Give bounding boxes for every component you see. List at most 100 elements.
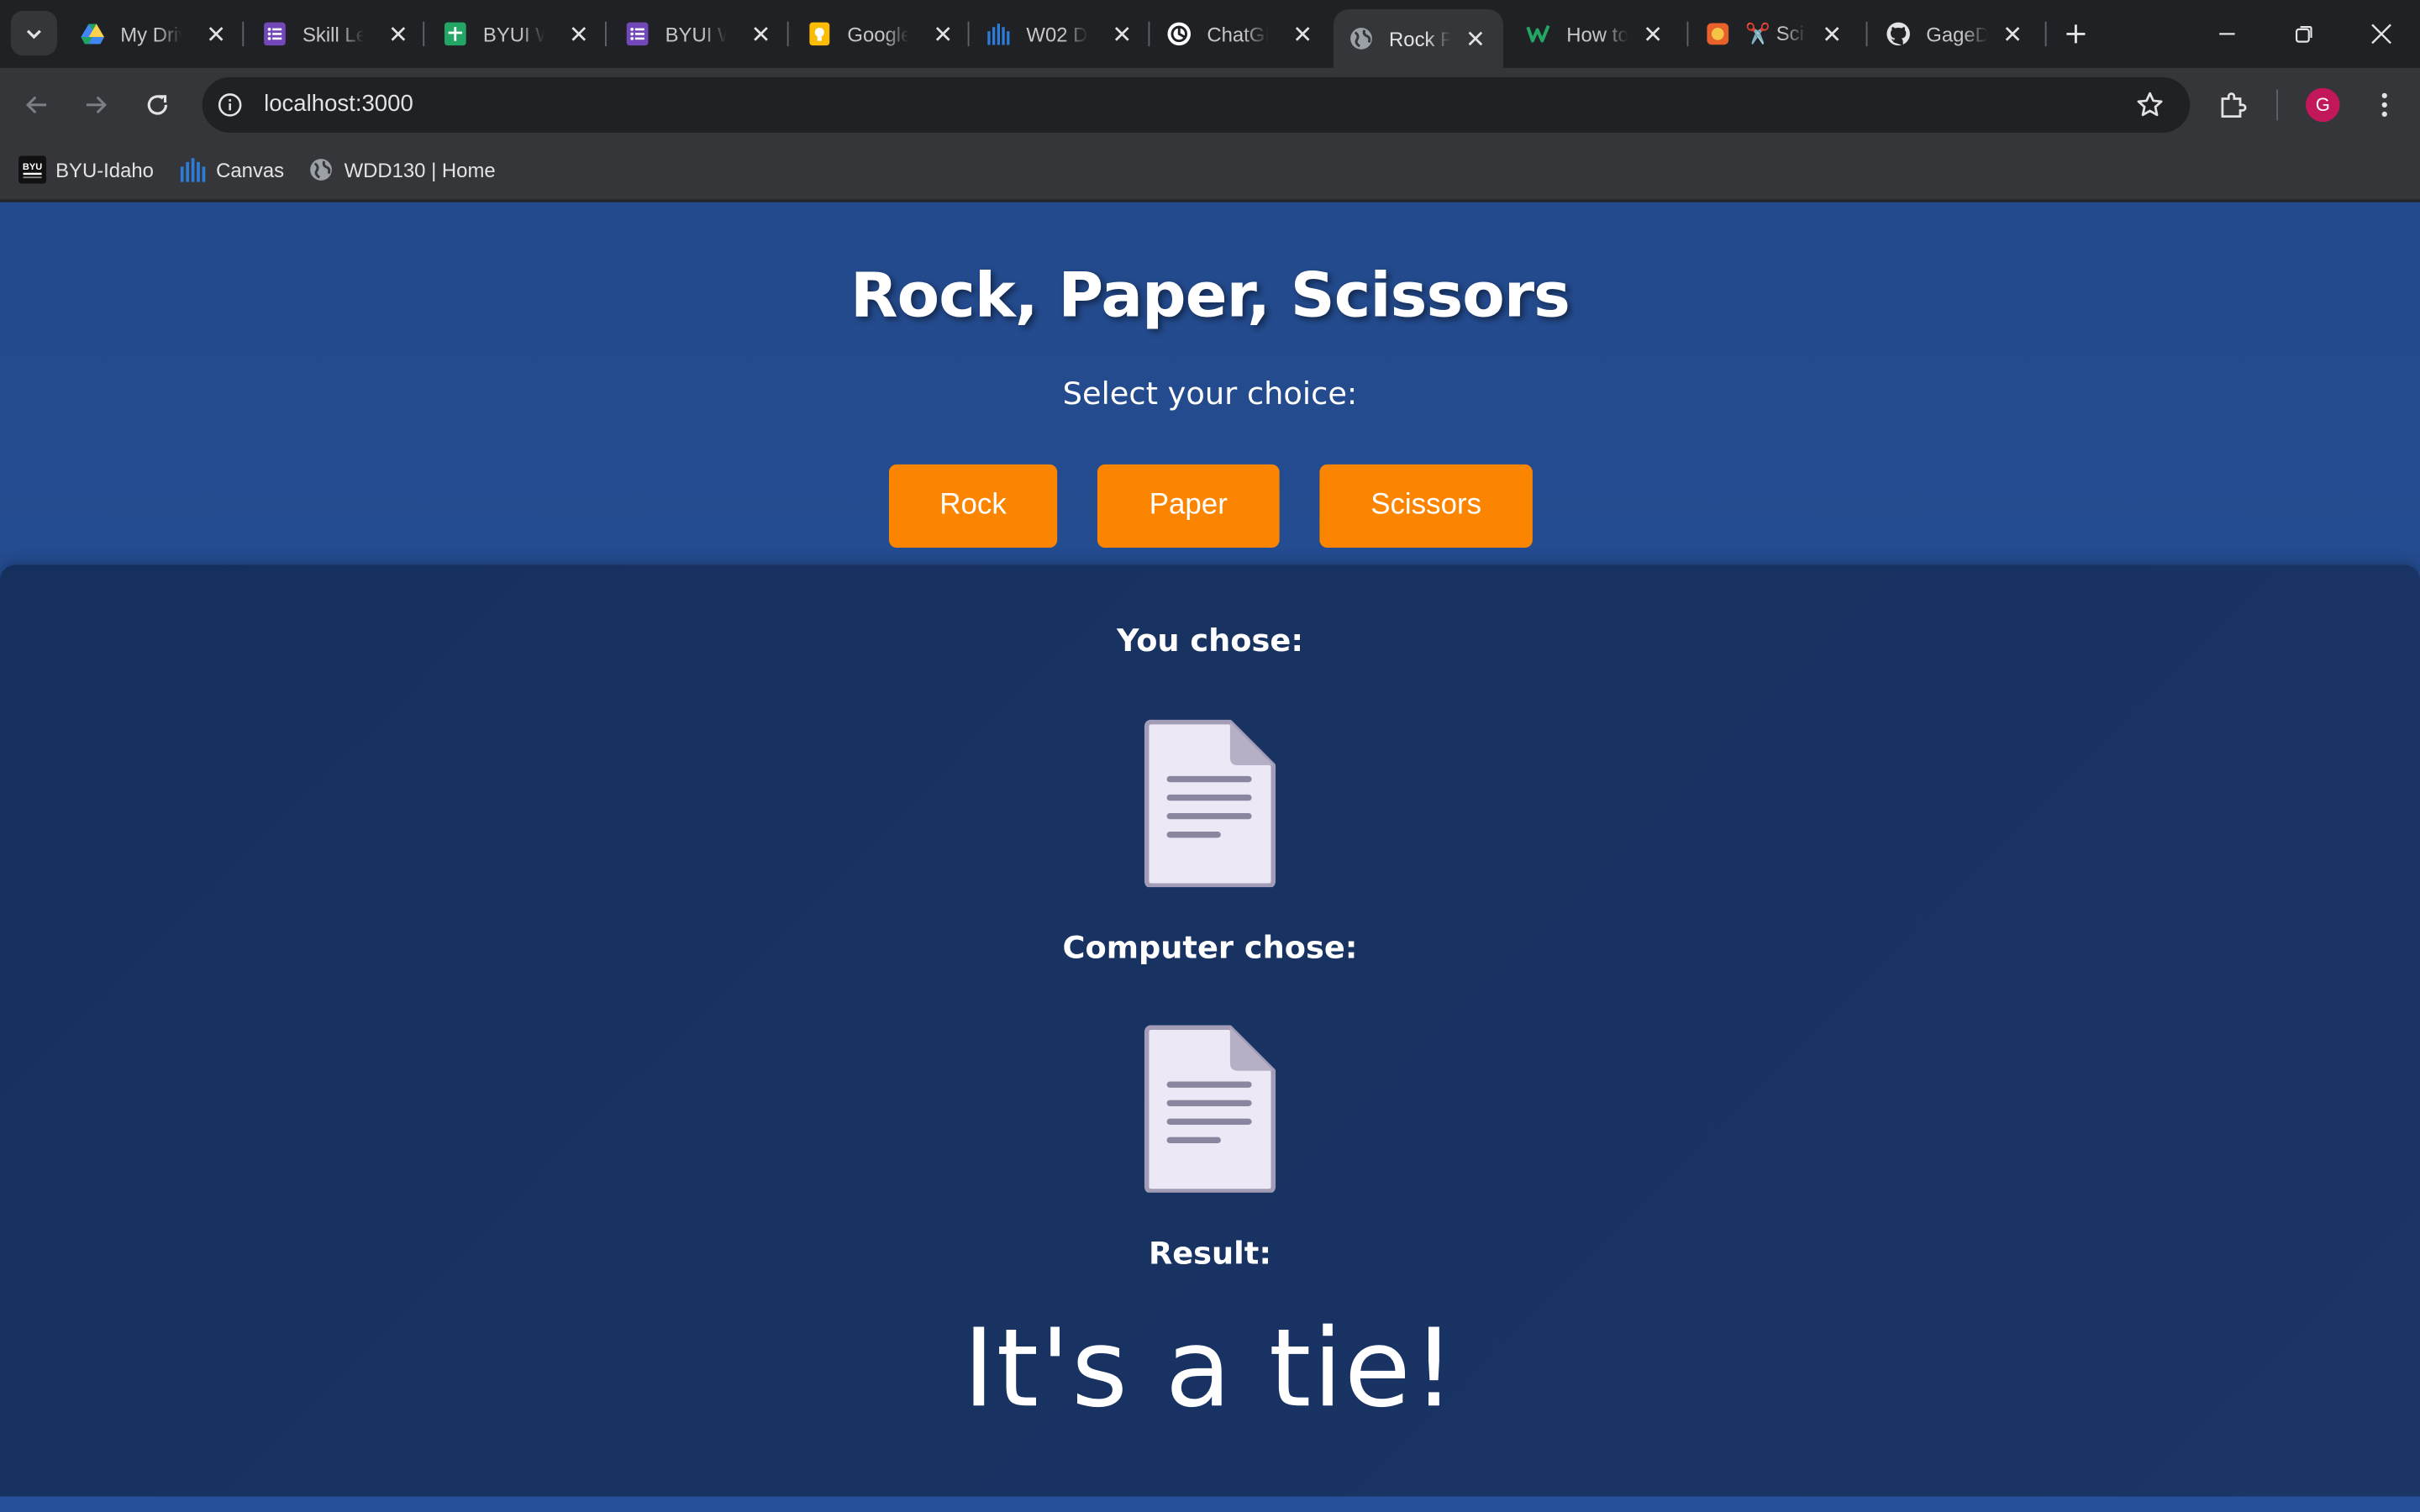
tab-google-keep[interactable]: Google — [808, 9, 955, 59]
result-label: Result: — [1148, 1234, 1272, 1272]
google-forms-icon — [625, 22, 650, 46]
restore-icon — [2295, 26, 2312, 43]
forward-button[interactable] — [77, 87, 114, 123]
canvas-icon — [986, 22, 1011, 46]
close-icon — [2371, 24, 2391, 45]
close-icon[interactable] — [749, 22, 773, 46]
close-icon[interactable] — [203, 22, 228, 46]
minimize-button[interactable] — [2212, 18, 2243, 50]
close-icon[interactable] — [931, 22, 955, 46]
close-icon[interactable] — [566, 22, 591, 46]
address-text[interactable]: localhost:3000 — [264, 91, 413, 117]
puzzle-icon — [2221, 92, 2247, 118]
tab-title: BYUI W — [482, 22, 544, 46]
byu-logo-icon: BYU — [18, 155, 47, 184]
tab-title: Google — [847, 22, 909, 46]
page-bottom-strip — [0, 1496, 2420, 1512]
close-icon[interactable] — [1820, 22, 1844, 46]
scissors-button[interactable]: Scissors — [1319, 464, 1533, 549]
tab-github[interactable]: GageD — [1886, 9, 2024, 59]
tab-divider — [967, 21, 970, 47]
tab-divider — [605, 21, 607, 47]
tab-search-button[interactable] — [10, 10, 57, 56]
reload-button[interactable] — [139, 87, 176, 123]
tab-title: GageD — [1926, 22, 1988, 46]
tab-title: BYUI W — [665, 22, 727, 46]
paper-button[interactable]: Paper — [1097, 464, 1280, 549]
tab-chatgpt[interactable]: ChatGPT — [1167, 9, 1315, 59]
tab-title: Rock P — [1389, 27, 1451, 50]
tab-divider — [1686, 21, 1689, 47]
extensions-button[interactable] — [2217, 88, 2250, 122]
tab-w02[interactable]: W02 D — [986, 9, 1134, 59]
bookmark-byu-idaho[interactable]: BYU BYU-Idaho — [18, 155, 154, 186]
tab-title: ChatGPT — [1207, 22, 1268, 46]
tab-divider — [1148, 21, 1150, 47]
close-icon[interactable] — [1640, 22, 1665, 46]
tab-divider — [2044, 21, 2047, 47]
bookmark-star-icon[interactable] — [2134, 90, 2165, 121]
choice-prompt: Select your choice: — [1062, 375, 1358, 412]
tab-byui-sheets[interactable]: BYUI W — [443, 9, 591, 59]
back-button[interactable] — [18, 87, 55, 123]
chatgpt-icon — [1167, 22, 1192, 46]
plus-icon — [2066, 24, 2086, 44]
menu-button[interactable] — [2368, 88, 2402, 122]
arrow-left-icon — [25, 96, 47, 114]
page-title: Rock, Paper, Scissors — [850, 260, 1570, 332]
page-facing-up-icon — [1144, 719, 1276, 888]
tab-divider — [242, 21, 245, 47]
you-chose-label: You chose: — [1116, 622, 1304, 659]
page-facing-up-icon — [1144, 1025, 1276, 1193]
result-text: It's a tie! — [962, 1305, 1458, 1432]
computer-chose-label: Computer chose: — [1062, 928, 1358, 966]
tab-title: W02 D — [1026, 22, 1088, 46]
close-window-button[interactable] — [2366, 18, 2397, 50]
new-tab-button[interactable] — [2060, 18, 2091, 50]
close-icon[interactable] — [1463, 26, 1487, 50]
info-icon[interactable] — [214, 90, 245, 121]
github-icon — [1886, 22, 1910, 46]
tab-title: ✂️ Sci — [1745, 21, 1804, 45]
tab-how-to[interactable]: How to — [1526, 9, 1665, 59]
bookmark-label: WDD130 | Home — [344, 158, 496, 181]
svg-text:BYU: BYU — [23, 162, 42, 172]
tab-divider — [786, 21, 789, 47]
tab-rock-paper-scissors[interactable]: Rock P — [1333, 9, 1503, 68]
html5-icon — [1706, 22, 1730, 46]
tab-my-drive[interactable]: My Drive — [81, 9, 229, 59]
tab-scissors[interactable]: ✂️ Sci — [1706, 9, 1844, 59]
google-sheets-icon — [443, 22, 467, 46]
bookmark-label: BYU-Idaho — [55, 158, 154, 181]
wikihow-icon — [1526, 22, 1551, 46]
chevron-down-icon — [26, 29, 41, 39]
restore-button[interactable] — [2289, 18, 2320, 50]
bookmark-wdd130-home[interactable]: WDD130 | Home — [308, 155, 496, 186]
close-icon[interactable] — [2000, 22, 2024, 46]
google-drive-icon — [81, 22, 105, 46]
profile-avatar[interactable]: G — [2306, 87, 2340, 123]
tab-title: Skill Level — [302, 22, 364, 46]
tab-byui-forms[interactable]: BYUI W — [625, 9, 773, 59]
tab-skill-level[interactable]: Skill Level — [262, 9, 410, 59]
reload-icon — [147, 95, 168, 115]
address-bar[interactable]: localhost:3000 — [202, 76, 2191, 133]
close-icon[interactable] — [386, 22, 410, 46]
tab-title: How to — [1566, 22, 1628, 46]
close-icon[interactable] — [1291, 22, 1315, 46]
tab-strip: My Drive Skill Level BYUI W B — [0, 0, 2420, 68]
browser-window: My Drive Skill Level BYUI W B — [0, 0, 2420, 1512]
minimize-icon — [2219, 33, 2235, 35]
bookmark-label: Canvas — [216, 158, 285, 181]
google-forms-icon — [262, 22, 287, 46]
results-panel: You chose: Computer chose: Result: It's … — [0, 564, 2420, 1497]
tab-title: My Drive — [120, 22, 182, 46]
bookmark-canvas[interactable]: Canvas — [179, 155, 284, 186]
toolbar-divider — [2276, 89, 2279, 121]
page-content: Rock, Paper, Scissors Select your choice… — [0, 202, 2420, 1512]
browser-toolbar: localhost:3000 G — [0, 67, 2420, 142]
rock-button[interactable]: Rock — [888, 464, 1058, 549]
tab-divider — [423, 21, 425, 47]
arrow-right-icon — [86, 96, 107, 114]
close-icon[interactable] — [1110, 22, 1134, 46]
